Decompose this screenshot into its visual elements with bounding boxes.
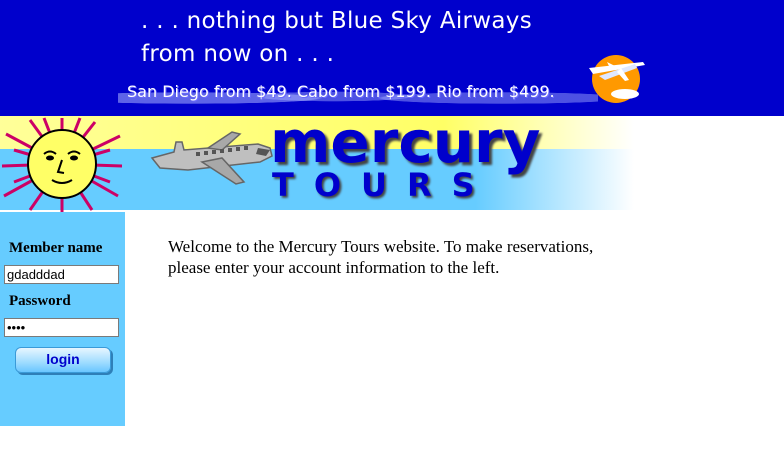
sun-icon (1, 117, 123, 212)
brand-tours: TOURS (272, 166, 495, 204)
banner-line-1: . . . nothing but Blue Sky Airways (141, 8, 533, 34)
top-banner[interactable]: . . . nothing but Blue Sky Airways from … (0, 0, 784, 116)
banner-line-2: from now on . . . (141, 41, 335, 67)
password-label: Password (9, 293, 71, 309)
login-button[interactable]: login (15, 347, 111, 373)
member-name-label: Member name (9, 240, 103, 256)
airline-logo-icon (589, 55, 645, 103)
login-sidebar: Member name gdadddad Password •••• login (0, 212, 125, 426)
banner-promo: San Diego from $49. Cabo from $199. Rio … (127, 82, 555, 101)
member-name-input[interactable]: gdadddad (4, 265, 119, 284)
password-input[interactable]: •••• (4, 318, 119, 337)
plane-icon (150, 131, 273, 185)
welcome-text: Welcome to the Mercury Tours website. To… (168, 237, 594, 277)
